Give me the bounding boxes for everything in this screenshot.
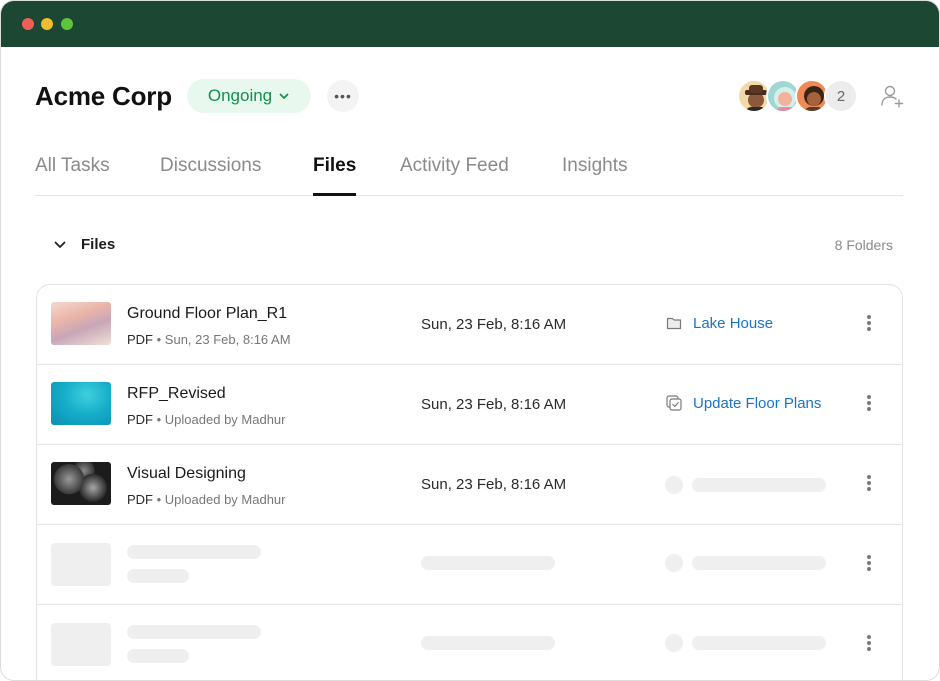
skeleton-text bbox=[127, 545, 261, 559]
row-menu-button[interactable] bbox=[866, 633, 872, 653]
project-header: Acme Corp Ongoing ••• 2 bbox=[35, 79, 905, 115]
file-row[interactable]: RFP_Revised PDF • Uploaded by Madhur Sun… bbox=[37, 365, 902, 445]
more-icon: ••• bbox=[334, 88, 352, 104]
tab-activity-feed[interactable]: Activity Feed bbox=[400, 155, 509, 195]
chevron-down-icon bbox=[279, 93, 289, 99]
meta-separator: • bbox=[156, 492, 165, 507]
member-avatars[interactable]: 2 bbox=[737, 79, 865, 113]
task-stack-icon bbox=[666, 395, 682, 411]
folder-link[interactable]: Update Floor Plans bbox=[665, 394, 821, 412]
avatar-overflow-count[interactable]: 2 bbox=[824, 79, 858, 113]
folder-name: Update Floor Plans bbox=[693, 394, 822, 412]
skeleton-icon bbox=[665, 554, 683, 572]
tab-bar: All Tasks Discussions Files Activity Fee… bbox=[35, 147, 903, 196]
file-meta: PDF • Uploaded by Madhur bbox=[127, 412, 286, 427]
folder-count: 8 Folders bbox=[834, 237, 893, 253]
more-options-button[interactable]: ••• bbox=[327, 80, 359, 112]
files-section-header[interactable]: Files 8 Folders bbox=[53, 233, 893, 257]
minimize-window-button[interactable] bbox=[41, 18, 53, 30]
window-titlebar bbox=[1, 1, 939, 47]
file-name[interactable]: RFP_Revised bbox=[127, 385, 226, 403]
folder-name: Lake House bbox=[693, 314, 774, 332]
file-type: PDF bbox=[127, 332, 153, 347]
add-user-icon[interactable] bbox=[879, 83, 905, 109]
skeleton-text bbox=[421, 636, 555, 650]
row-menu-button[interactable] bbox=[866, 313, 872, 333]
row-menu-button[interactable] bbox=[866, 393, 872, 413]
file-row[interactable]: Ground Floor Plan_R1 PDF • Sun, 23 Feb, … bbox=[37, 285, 902, 365]
skeleton-text bbox=[127, 569, 189, 583]
skeleton-thumbnail bbox=[51, 623, 111, 666]
close-window-button[interactable] bbox=[22, 18, 34, 30]
file-date: Sun, 23 Feb, 8:16 AM bbox=[421, 316, 567, 333]
status-dropdown[interactable]: Ongoing bbox=[187, 79, 311, 113]
app-window: Acme Corp Ongoing ••• 2 All Tasks Discus… bbox=[0, 0, 940, 681]
row-menu-button[interactable] bbox=[866, 473, 872, 493]
file-thumbnail bbox=[51, 382, 111, 425]
section-title: Files bbox=[81, 236, 116, 253]
file-date: Sun, 23 Feb, 8:16 AM bbox=[421, 476, 567, 493]
file-name[interactable]: Ground Floor Plan_R1 bbox=[127, 305, 287, 323]
skeleton-text bbox=[692, 478, 826, 492]
chevron-down-icon[interactable] bbox=[53, 238, 67, 252]
project-title: Acme Corp bbox=[35, 81, 172, 111]
status-label: Ongoing bbox=[207, 86, 273, 105]
meta-separator: • bbox=[156, 412, 165, 427]
file-name[interactable]: Visual Designing bbox=[127, 465, 246, 483]
folder-icon bbox=[666, 317, 682, 330]
tab-discussions[interactable]: Discussions bbox=[160, 155, 261, 195]
folder-link[interactable]: Lake House bbox=[665, 314, 773, 332]
skeleton-text bbox=[127, 625, 261, 639]
maximize-window-button[interactable] bbox=[61, 18, 73, 30]
file-date: Sun, 23 Feb, 8:16 AM bbox=[421, 396, 567, 413]
file-type: PDF bbox=[127, 492, 153, 507]
file-meta-text: Uploaded by Madhur bbox=[164, 492, 286, 507]
skeleton-icon bbox=[665, 634, 683, 652]
meta-separator: • bbox=[156, 332, 165, 347]
file-meta: PDF • Uploaded by Madhur bbox=[127, 492, 286, 507]
file-meta-text: Sun, 23 Feb, 8:16 AM bbox=[164, 332, 291, 347]
skeleton-text bbox=[127, 649, 189, 663]
skeleton-row bbox=[37, 605, 902, 680]
tab-all-tasks[interactable]: All Tasks bbox=[35, 155, 110, 195]
file-list: Ground Floor Plan_R1 PDF • Sun, 23 Feb, … bbox=[36, 284, 903, 680]
skeleton-text bbox=[421, 556, 555, 570]
skeleton-icon bbox=[665, 476, 683, 494]
file-thumbnail bbox=[51, 302, 111, 345]
file-thumbnail bbox=[51, 462, 111, 505]
skeleton-row bbox=[37, 525, 902, 605]
file-meta: PDF • Sun, 23 Feb, 8:16 AM bbox=[127, 332, 291, 347]
tab-insights[interactable]: Insights bbox=[562, 155, 627, 195]
file-type: PDF bbox=[127, 412, 153, 427]
skeleton-text bbox=[692, 636, 826, 650]
row-menu-button[interactable] bbox=[866, 553, 872, 573]
skeleton-text bbox=[692, 556, 826, 570]
tab-files[interactable]: Files bbox=[313, 155, 357, 196]
file-meta-text: Uploaded by Madhur bbox=[164, 412, 286, 427]
file-row[interactable]: Visual Designing PDF • Uploaded by Madhu… bbox=[37, 445, 902, 525]
skeleton-thumbnail bbox=[51, 543, 111, 586]
